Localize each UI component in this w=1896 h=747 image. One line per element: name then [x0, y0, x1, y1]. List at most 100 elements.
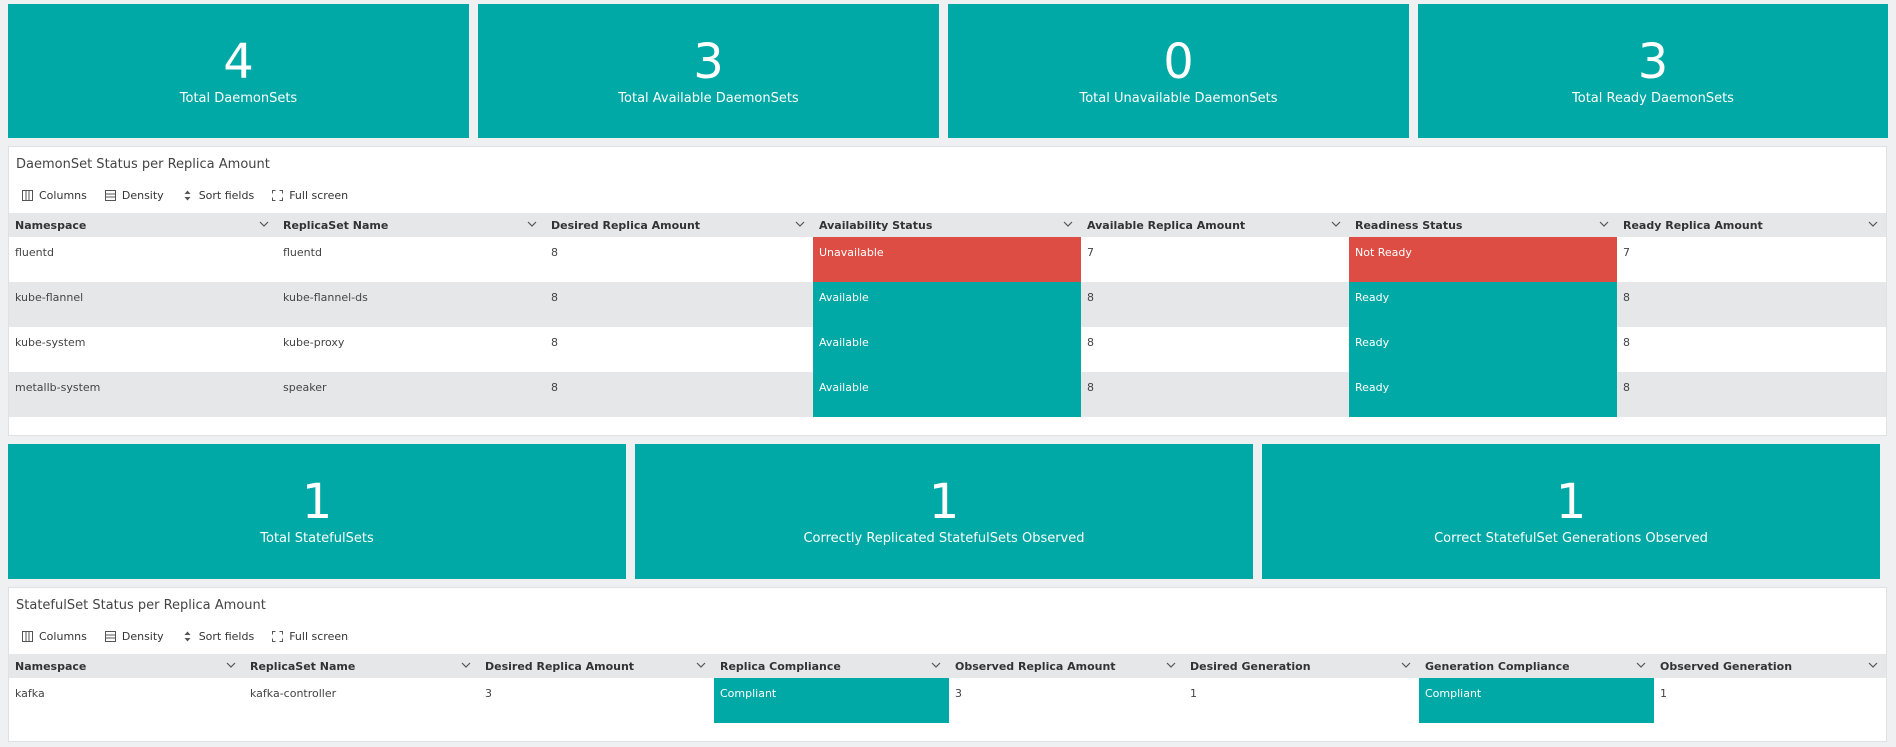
sort-fields-label: Sort fields	[198, 630, 255, 643]
chevron-down-icon[interactable]	[1868, 660, 1878, 670]
daemonset-table: Namespace ReplicaSet Name Desired Replic…	[9, 213, 1886, 417]
table-row: fluentd fluentd 8 Unavailable 7 Not Read…	[9, 237, 1886, 282]
table-cell: 8	[1087, 336, 1094, 349]
chevron-down-icon[interactable]	[696, 660, 706, 670]
table-cell: 8	[551, 246, 558, 259]
column-header-observed-generation[interactable]: Observed Generation	[1654, 654, 1886, 678]
column-header-generation-compliance[interactable]: Generation Compliance	[1419, 654, 1654, 678]
stat-correct-statefulset-generations: 1 Correct StatefulSet Generations Observ…	[1262, 444, 1880, 579]
columns-button[interactable]: Columns	[22, 630, 87, 643]
daemonset-stats-row: 4 Total DaemonSets 3 Total Available Dae…	[8, 4, 1888, 138]
stat-correctly-replicated-statefulsets: 1 Correctly Replicated StatefulSets Obse…	[635, 444, 1253, 579]
table-cell: 8	[545, 282, 813, 327]
table-cell: 7	[1087, 246, 1094, 259]
column-header-available-replica-amount[interactable]: Available Replica Amount	[1081, 213, 1349, 237]
table-header-row: Namespace ReplicaSet Name Desired Replic…	[9, 213, 1886, 237]
statefulset-table: Namespace ReplicaSet Name Desired Replic…	[9, 654, 1886, 723]
table-row: kube-system kube-proxy 8 Available 8 Rea…	[9, 327, 1886, 372]
stat-label: Correctly Replicated StatefulSets Observ…	[803, 531, 1085, 546]
table-cell: 1	[1190, 687, 1197, 700]
fullscreen-icon	[272, 631, 284, 642]
chevron-down-icon[interactable]	[259, 219, 269, 229]
chevron-down-icon[interactable]	[1401, 660, 1411, 670]
full-screen-button[interactable]: Full screen	[272, 630, 348, 643]
stat-label: Correct StatefulSet Generations Observed	[1434, 531, 1708, 546]
chevron-down-icon[interactable]	[226, 660, 236, 670]
table-cell: kube-flannel	[9, 282, 277, 327]
stat-value: 1	[1555, 474, 1587, 530]
columns-button[interactable]: Columns	[22, 189, 87, 202]
column-header-observed-replica-amount[interactable]: Observed Replica Amount	[949, 654, 1184, 678]
chevron-down-icon[interactable]	[461, 660, 471, 670]
table-cell: 3	[955, 687, 962, 700]
table-cell: speaker	[277, 372, 545, 417]
chevron-down-icon[interactable]	[1166, 660, 1176, 670]
column-header-ready-replica-amount[interactable]: Ready Replica Amount	[1617, 213, 1886, 237]
table-row: kube-flannel kube-flannel-ds 8 Available…	[9, 282, 1886, 327]
full-screen-label: Full screen	[289, 189, 349, 202]
column-header-readiness-status[interactable]: Readiness Status	[1349, 213, 1617, 237]
column-header-replicaset-name[interactable]: ReplicaSet Name	[244, 654, 479, 678]
chevron-down-icon[interactable]	[1063, 219, 1073, 229]
chevron-down-icon[interactable]	[1868, 219, 1878, 229]
column-header-replicaset-name[interactable]: ReplicaSet Name	[277, 213, 545, 237]
full-screen-button[interactable]: Full screen	[272, 189, 348, 202]
table-cell: fluentd	[15, 246, 54, 259]
columns-icon	[22, 631, 33, 642]
density-button[interactable]: Density	[104, 189, 164, 202]
availability-status-cell: Available	[813, 327, 1081, 372]
density-label: Density	[121, 189, 164, 202]
columns-icon	[22, 190, 33, 201]
columns-label: Columns	[39, 189, 87, 202]
table-cell: 8	[551, 336, 558, 349]
statefulset-stats-row: 1 Total StatefulSets 1 Correctly Replica…	[8, 444, 1888, 579]
stat-label: Total StatefulSets	[260, 531, 374, 546]
stat-value: 3	[693, 33, 724, 90]
chevron-down-icon[interactable]	[1636, 660, 1646, 670]
column-header-namespace[interactable]: Namespace	[9, 213, 277, 237]
stat-value: 3	[1637, 33, 1669, 90]
readiness-status-cell: Not Ready	[1349, 237, 1617, 282]
column-header-availability-status[interactable]: Availability Status	[813, 213, 1081, 237]
chevron-down-icon[interactable]	[931, 660, 941, 670]
stat-total-ready-daemonsets: 3 Total Ready DaemonSets	[1418, 4, 1888, 138]
sort-fields-label: Sort fields	[198, 189, 255, 202]
sort-fields-button[interactable]: Sort fields	[182, 189, 255, 202]
table-cell: 8	[545, 372, 813, 417]
column-header-replica-compliance[interactable]: Replica Compliance	[714, 654, 949, 678]
stat-label: Total Ready DaemonSets	[1572, 90, 1734, 106]
daemonset-status-panel: DaemonSet Status per Replica Amount Colu…	[8, 146, 1887, 436]
readiness-status-cell: Ready	[1349, 282, 1617, 327]
table-cell: fluentd	[283, 246, 322, 259]
table-cell: kube-flannel-ds	[277, 282, 545, 327]
table-row: metallb-system speaker 8 Available 8 Rea…	[9, 372, 1886, 417]
chevron-down-icon[interactable]	[527, 219, 537, 229]
column-header-namespace[interactable]: Namespace	[9, 654, 244, 678]
panel-title: DaemonSet Status per Replica Amount	[16, 157, 270, 172]
table-header-row: Namespace ReplicaSet Name Desired Replic…	[9, 654, 1886, 678]
density-label: Density	[121, 630, 164, 643]
readiness-status-cell: Ready	[1349, 327, 1617, 372]
table-cell: kafka	[15, 687, 45, 700]
table-cell: 3	[485, 687, 492, 700]
column-header-desired-replica-amount[interactable]: Desired Replica Amount	[545, 213, 813, 237]
full-screen-label: Full screen	[289, 630, 349, 643]
chevron-down-icon[interactable]	[795, 219, 805, 229]
stat-total-statefulsets: 1 Total StatefulSets	[8, 444, 626, 579]
stat-value: 0	[1163, 33, 1194, 90]
table-cell: kube-system	[15, 336, 86, 349]
fullscreen-icon	[272, 190, 284, 201]
sort-icon	[184, 190, 191, 201]
table-cell: 7	[1623, 246, 1630, 259]
chevron-down-icon[interactable]	[1331, 219, 1341, 229]
column-header-desired-replica-amount[interactable]: Desired Replica Amount	[479, 654, 714, 678]
density-button[interactable]: Density	[104, 630, 164, 643]
sort-fields-button[interactable]: Sort fields	[182, 630, 255, 643]
table-cell: 8	[1081, 372, 1349, 417]
chevron-down-icon[interactable]	[1599, 219, 1609, 229]
grid-toolbar: Columns Density Sort fields Full screen	[22, 630, 348, 643]
density-icon	[104, 631, 116, 642]
stat-total-available-daemonsets: 3 Total Available DaemonSets	[478, 4, 939, 138]
column-header-desired-generation[interactable]: Desired Generation	[1184, 654, 1419, 678]
availability-status-cell: Available	[813, 282, 1081, 327]
